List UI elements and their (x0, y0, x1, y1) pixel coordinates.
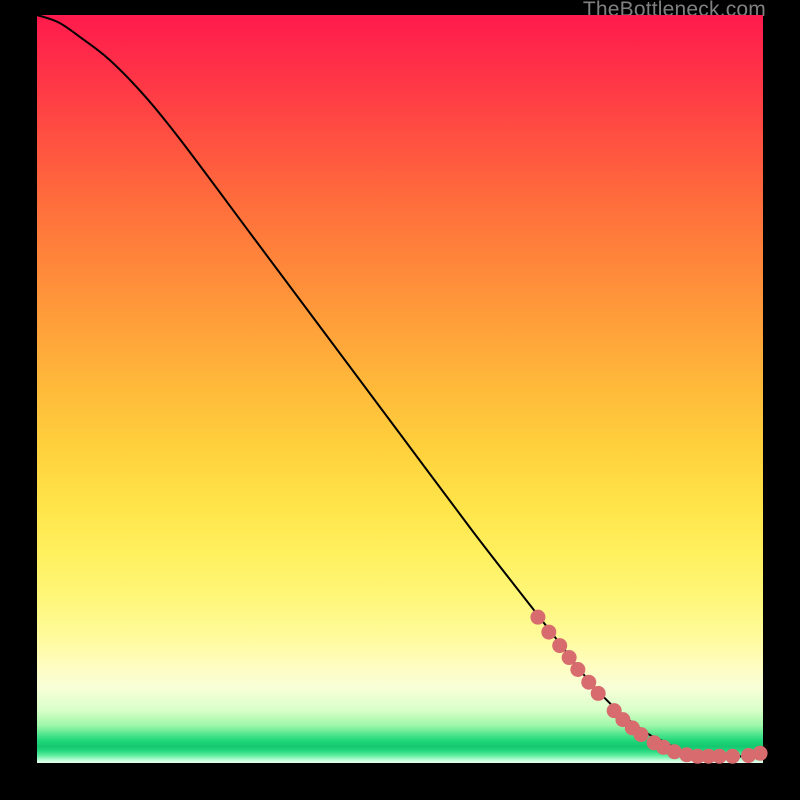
data-dot (541, 625, 556, 640)
data-dot (591, 686, 606, 701)
data-dot (530, 610, 545, 625)
curve-svg (37, 15, 763, 763)
data-dots (530, 610, 767, 764)
data-dot (753, 746, 768, 761)
chart-stage: TheBottleneck.com (0, 0, 800, 800)
data-dot (712, 749, 727, 764)
data-dot (634, 727, 649, 742)
data-dot (725, 749, 740, 764)
plot-area (37, 15, 763, 763)
bottleneck-curve (37, 15, 763, 756)
data-dot (552, 638, 567, 653)
data-dot (570, 662, 585, 677)
data-dot (562, 650, 577, 665)
